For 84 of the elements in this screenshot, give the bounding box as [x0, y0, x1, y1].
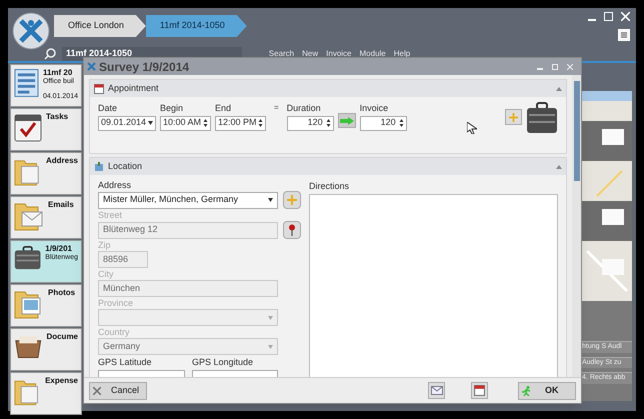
menu-item[interactable]: Invoice [326, 49, 352, 58]
item-title: Photos [48, 288, 76, 297]
time-field[interactable]: 10:00 AM [160, 116, 211, 130]
sidebar-item[interactable]: Address [10, 152, 82, 195]
running-figure-icon [522, 386, 531, 396]
field-label: Country [98, 327, 131, 338]
section-title: Location [108, 160, 142, 173]
duration-field[interactable]: 120 [286, 116, 334, 130]
item-title: 11mf 20 [42, 68, 74, 77]
item-title: Tasks [46, 112, 68, 121]
dropdown-caret-icon [268, 316, 273, 320]
address-dropdown[interactable]: Mister Müller, München, Germany [98, 192, 278, 208]
calendar-icon [474, 385, 485, 396]
plus-icon [287, 195, 297, 205]
dialog-title: Survey 1/9/2014 [99, 58, 190, 76]
add-button[interactable] [283, 191, 301, 209]
scrollbar[interactable] [572, 75, 581, 377]
date-field[interactable]: 09.01.2014 [98, 116, 156, 130]
envelope-icon [430, 386, 442, 395]
cursor-icon [466, 122, 477, 134]
field-label: Begin [160, 102, 184, 115]
ok-button[interactable]: OK [518, 382, 576, 400]
item-title: Expense [45, 376, 78, 385]
invoice-field[interactable]: 120 [360, 116, 407, 130]
field-label: Invoice [360, 102, 390, 115]
app-icon [87, 62, 96, 71]
calendar-icon [94, 84, 104, 94]
collapse-icon[interactable] [556, 164, 562, 168]
spinner-arrows-icon [203, 118, 208, 128]
map-pin-icon [288, 224, 296, 236]
sidebar-item[interactable]: Expense [10, 372, 82, 415]
dropdown-caret-icon [268, 344, 273, 348]
spinner-arrows-icon [398, 118, 404, 128]
field-label: Province [98, 298, 134, 309]
arrow-icon [340, 116, 354, 124]
field-label: Street [98, 210, 124, 221]
spinner-arrows-icon [326, 118, 331, 128]
field-label: GPS Latitude [98, 356, 153, 369]
field-label: End [215, 102, 232, 115]
search-icon [44, 48, 56, 60]
dropdown-caret-icon [268, 198, 273, 202]
sidebar-item[interactable]: Docume [10, 328, 82, 371]
document-icon [14, 68, 39, 98]
item-title: Emails [48, 200, 74, 209]
field-label: GPS Longitude [192, 356, 254, 369]
sidebar-item[interactable]: Emails [10, 196, 82, 239]
directions-field[interactable] [309, 194, 558, 377]
menu-item[interactable]: Module [360, 49, 386, 58]
field-label: Address [98, 180, 132, 191]
time-field[interactable]: 12:00 PM [215, 116, 266, 130]
dropdown-caret-icon [148, 121, 153, 125]
briefcase-icon [526, 102, 558, 134]
map-pin-button[interactable] [283, 221, 301, 239]
item-title: Docume [46, 332, 78, 341]
field-label: Duration [286, 102, 322, 115]
email-button[interactable] [428, 382, 445, 399]
sidebar-item[interactable]: Tasks [10, 108, 82, 151]
briefcase-icon [14, 244, 42, 272]
item-title: Address [46, 156, 78, 165]
spinner-arrows-icon [258, 118, 263, 128]
menu-item[interactable]: Help [394, 49, 410, 58]
field-label: Directions [309, 180, 350, 193]
field-label: Date [98, 102, 118, 115]
breadcrumb[interactable]: Office London [54, 15, 146, 37]
add-button[interactable] [505, 109, 522, 125]
logo-icon [12, 12, 50, 50]
plus-icon [509, 112, 518, 122]
cancel-button[interactable]: Cancel [89, 382, 147, 400]
menu-icon[interactable] [618, 29, 630, 41]
calendar-button[interactable] [471, 382, 488, 399]
field-label: City [98, 269, 114, 280]
close-icon [93, 386, 101, 394]
location-icon [94, 162, 104, 172]
breadcrumb[interactable]: 11mf 2014-1050 [146, 15, 247, 37]
menu-item[interactable]: Search [268, 49, 294, 58]
field-label: Zip [98, 240, 112, 251]
calendar-check-icon [14, 112, 42, 142]
sidebar-item[interactable]: Photos [10, 284, 82, 327]
item-title: 1/9/201 [45, 244, 73, 253]
section-title: Appointment [108, 82, 159, 95]
equals-sign: = [274, 102, 279, 114]
collapse-icon[interactable] [556, 86, 562, 90]
transfer-button[interactable] [338, 113, 356, 128]
menu-item[interactable]: New [302, 49, 318, 58]
